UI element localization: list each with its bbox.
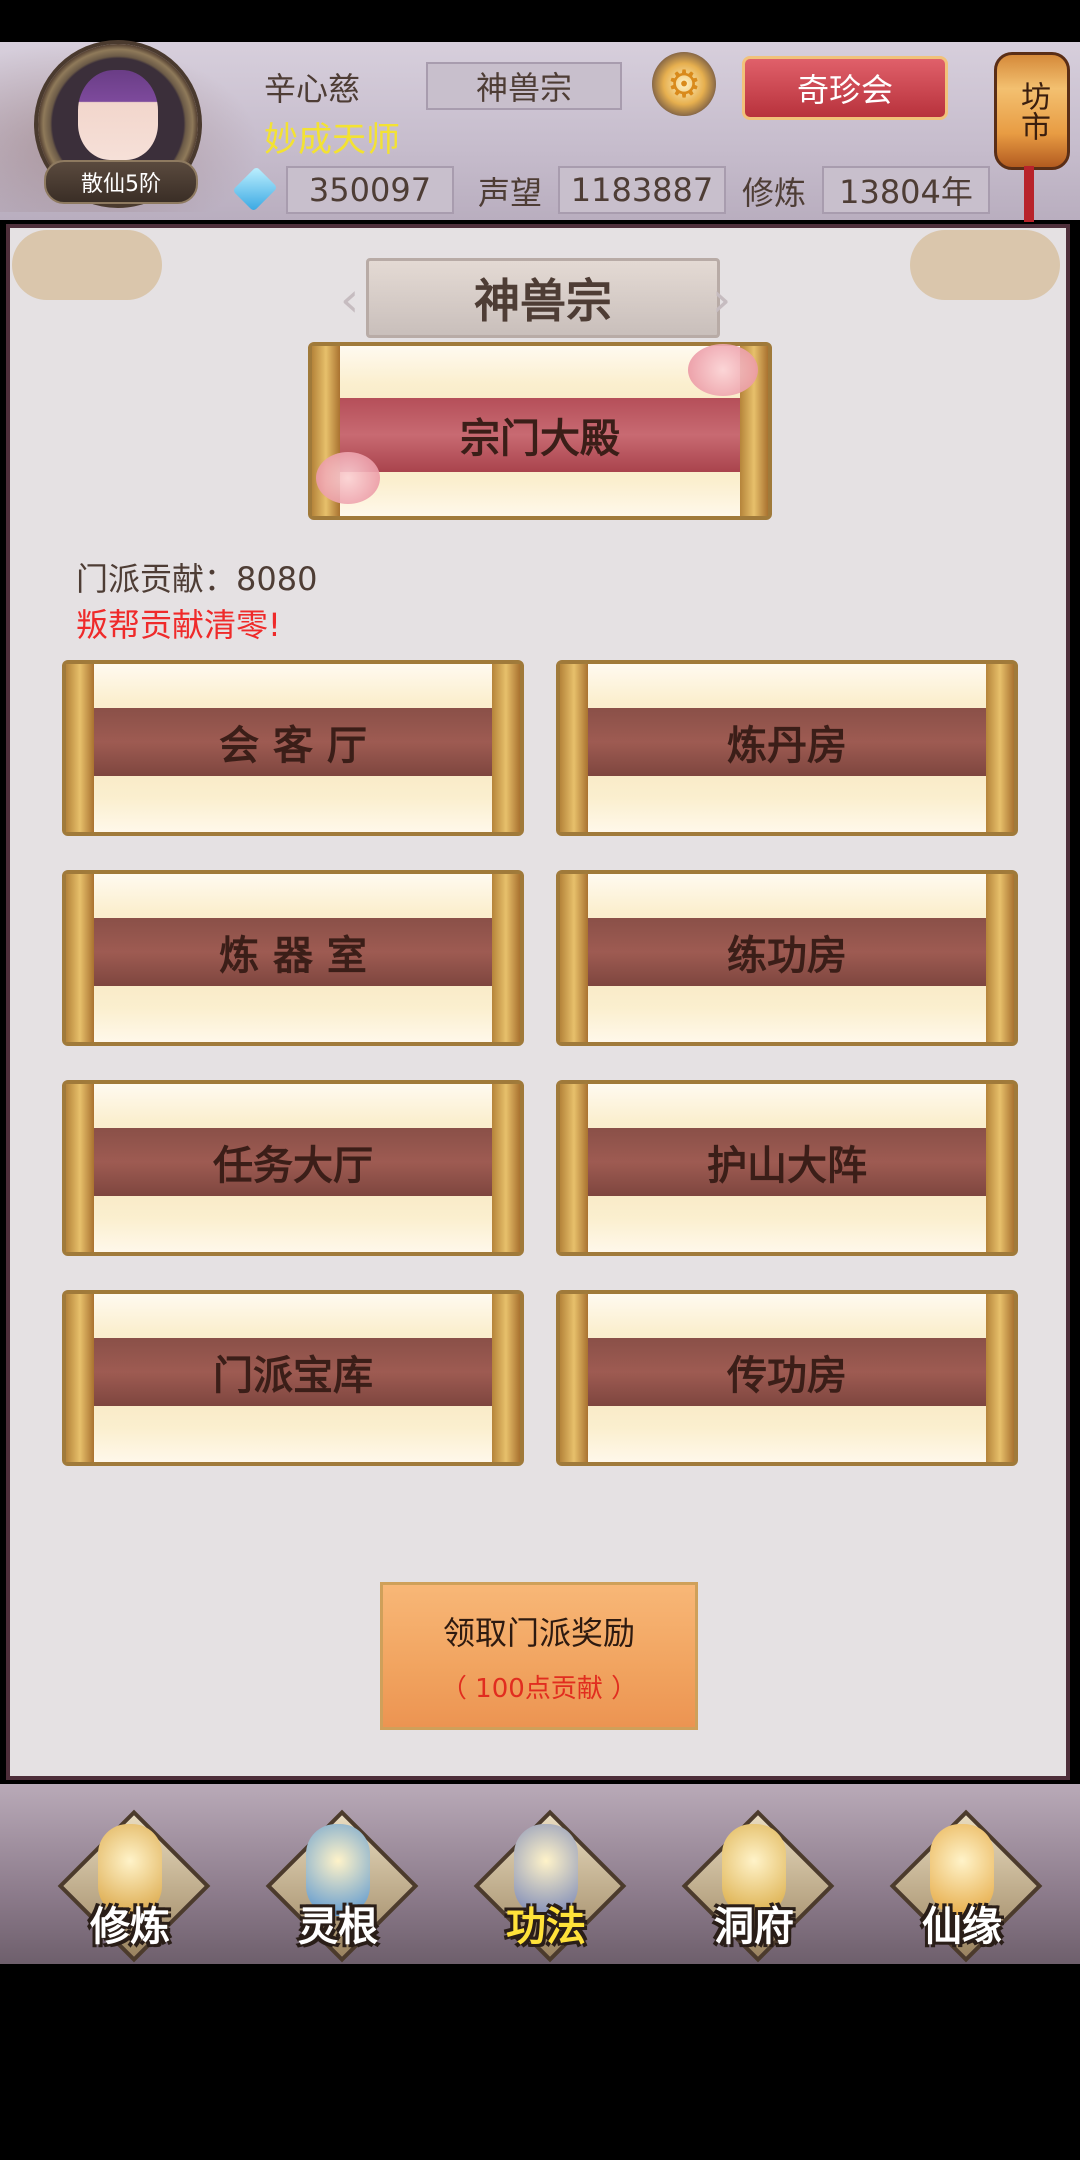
training-room-label: 练功房 [588, 918, 986, 986]
reward-button-label: 领取门派奖励 [442, 1613, 635, 1652]
nav-label: 功法 [506, 1904, 586, 1950]
nav-label: 洞府 [714, 1904, 794, 1950]
mountain-array-button[interactable]: 护山大阵 [556, 1080, 1018, 1256]
sect-treasury-label: 门派宝库 [94, 1338, 492, 1406]
scroll-end-right [986, 1294, 1014, 1462]
nav-item-cave-dwelling[interactable]: 洞府 [676, 1804, 835, 1963]
scroll-end-right [986, 874, 1014, 1042]
scroll-end-right [492, 874, 520, 1042]
sect-name-field: 神兽宗 [426, 62, 622, 110]
blossom-decoration [316, 452, 380, 504]
betrayal-warning-text: 叛帮贡献清零! [76, 606, 281, 644]
cultivation-value: 13804年 [822, 166, 990, 214]
cloud-ornament-left [12, 230, 162, 300]
scroll-end-left [66, 1084, 94, 1252]
nav-item-spirit-root[interactable]: 灵根 [260, 1804, 419, 1963]
reception-hall-label: 会 客 厅 [94, 708, 492, 776]
title-ornament-right-icon: › [712, 272, 732, 328]
treasure-fair-button[interactable]: 奇珍会 [742, 56, 948, 120]
scroll-end-left [66, 874, 94, 1042]
scroll-end-left [66, 664, 94, 832]
scroll-end-left [560, 874, 588, 1042]
reward-cost-label: （ 100点贡献 ） [440, 1673, 638, 1704]
scroll-end-right [492, 1084, 520, 1252]
scroll-end-left [66, 1294, 94, 1462]
sect-title: 神兽宗 [366, 258, 720, 338]
cultivation-label: 修炼 [742, 174, 807, 212]
prestige-value: 1183887 [558, 166, 726, 214]
alchemy-room-label: 炼丹房 [588, 708, 986, 776]
lantern-tassel [1024, 166, 1034, 222]
scroll-end-right [986, 664, 1014, 832]
player-title: 妙成天师 [264, 120, 400, 160]
title-ornament-left-icon: ‹ [340, 272, 360, 328]
sect-contribution-text: 门派贡献：8080 [76, 560, 318, 598]
forge-room-button[interactable]: 炼 器 室 [62, 870, 524, 1046]
nav-label: 灵根 [298, 1904, 378, 1950]
nav-label: 修炼 [90, 1904, 170, 1950]
reception-hall-button[interactable]: 会 客 厅 [62, 660, 524, 836]
mountain-array-label: 护山大阵 [588, 1128, 986, 1196]
blossom-decoration [688, 344, 758, 396]
nav-label: 仙缘 [922, 1904, 1002, 1950]
scroll-end-left [560, 1294, 588, 1462]
gem-count: 350097 [286, 166, 454, 214]
nav-item-technique[interactable]: 功法 [468, 1804, 627, 1963]
forge-room-label: 炼 器 室 [94, 918, 492, 986]
nav-item-immortal-fate[interactable]: 仙缘 [884, 1804, 1043, 1963]
scroll-end-right [986, 1084, 1014, 1252]
teaching-room-label: 传功房 [588, 1338, 986, 1406]
scroll-end-right [492, 664, 520, 832]
market-lantern-button[interactable]: 坊市 [994, 52, 1070, 170]
player-name: 辛心慈 [264, 70, 361, 108]
prestige-label: 声望 [478, 174, 543, 212]
scroll-end-right [492, 1294, 520, 1462]
nav-item-cultivate[interactable]: 修炼 [52, 1804, 211, 1963]
character-portrait [78, 70, 158, 160]
alchemy-room-button[interactable]: 炼丹房 [556, 660, 1018, 836]
mission-hall-button[interactable]: 任务大厅 [62, 1080, 524, 1256]
cloud-ornament-right [910, 230, 1060, 300]
rank-badge: 散仙5阶 [44, 160, 198, 204]
mission-hall-label: 任务大厅 [94, 1128, 492, 1196]
claim-sect-reward-button[interactable]: 领取门派奖励 （ 100点贡献 ） [380, 1582, 698, 1730]
sect-hall-label: 宗门大殿 [340, 398, 740, 472]
scroll-end-left [560, 1084, 588, 1252]
training-room-button[interactable]: 练功房 [556, 870, 1018, 1046]
teaching-room-button[interactable]: 传功房 [556, 1290, 1018, 1466]
settings-gear-icon[interactable]: ⚙ [652, 52, 716, 116]
scroll-end-left [560, 664, 588, 832]
sect-treasury-button[interactable]: 门派宝库 [62, 1290, 524, 1466]
